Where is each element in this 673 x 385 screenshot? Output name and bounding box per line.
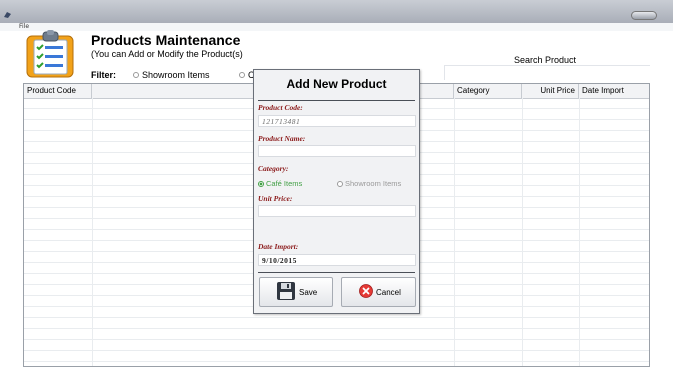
date-import-field[interactable]: 9/10/2015 — [258, 254, 416, 266]
product-code-label: Product Code: — [258, 103, 303, 112]
grid-divider — [454, 98, 455, 366]
window-titlebar — [0, 0, 673, 23]
category-radio-cafe[interactable]: Café Items — [258, 179, 302, 188]
grid-divider — [579, 98, 580, 366]
radio-button-icon — [133, 72, 139, 78]
search-input[interactable] — [444, 65, 650, 80]
filter-radio-showroom[interactable]: Showroom Items — [133, 70, 210, 80]
radio-button-icon — [337, 180, 343, 187]
save-button-label: Save — [299, 287, 318, 297]
menu-bar — [0, 23, 673, 31]
category-label: Category: — [258, 164, 289, 173]
grid-divider — [522, 98, 523, 366]
app-icon — [3, 10, 12, 19]
product-name-label: Product Name: — [258, 134, 306, 143]
page-subtitle: (You can Add or Modify the Product(s) — [91, 49, 243, 59]
category-option-label: Showroom Items — [345, 179, 402, 188]
cancel-button-label: Cancel — [376, 287, 401, 297]
category-option-label: Café Items — [266, 179, 303, 188]
save-button[interactable]: Save — [259, 277, 333, 307]
cancel-button[interactable]: Cancel — [341, 277, 416, 307]
filter-option-label: Showroom Items — [142, 70, 210, 80]
column-header-date-import[interactable]: Date Import — [579, 84, 649, 98]
dialog-title: Add New Product — [286, 77, 387, 91]
add-product-dialog: Add New Product Product Code: 121713481 … — [253, 69, 420, 314]
filter-label: Filter: — [91, 70, 117, 80]
date-import-label: Date Import: — [258, 242, 299, 251]
grid-divider — [92, 98, 93, 366]
divider — [258, 272, 415, 273]
radio-selected-icon — [258, 180, 264, 187]
search-label: Search Product — [514, 55, 577, 65]
column-header-unit-price[interactable]: Unit Price — [522, 84, 579, 98]
unit-price-field[interactable] — [258, 205, 416, 217]
unit-price-label: Unit Price: — [258, 194, 293, 203]
radio-button-icon — [239, 72, 245, 78]
floppy-disk-icon — [276, 281, 296, 303]
column-header-category[interactable]: Category — [454, 84, 522, 98]
page-title: Products Maintenance — [91, 32, 241, 48]
clipboard-checklist-icon — [25, 30, 77, 78]
product-name-field[interactable] — [258, 145, 416, 157]
divider — [258, 100, 415, 101]
category-radio-showroom[interactable]: Showroom Items — [337, 179, 401, 188]
column-header-product-code[interactable]: Product Code — [24, 84, 92, 98]
cancel-x-icon — [359, 284, 373, 300]
window-control-button[interactable] — [631, 11, 657, 20]
product-code-field[interactable]: 121713481 — [258, 115, 416, 127]
